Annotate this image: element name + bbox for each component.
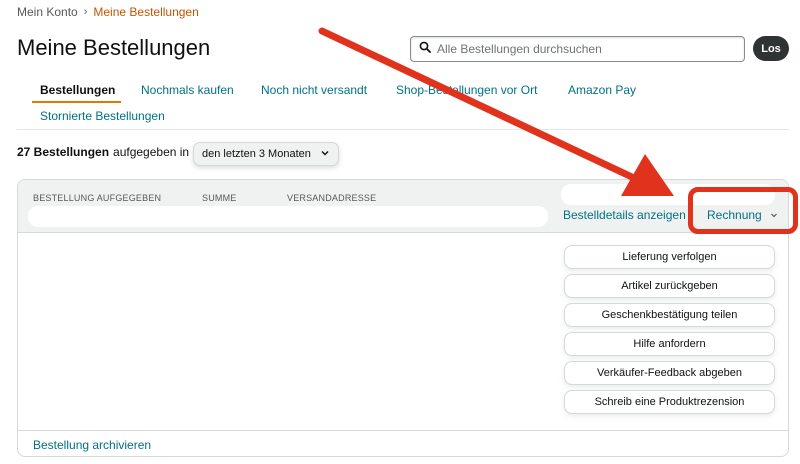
annotation-arrow-icon <box>318 27 674 196</box>
